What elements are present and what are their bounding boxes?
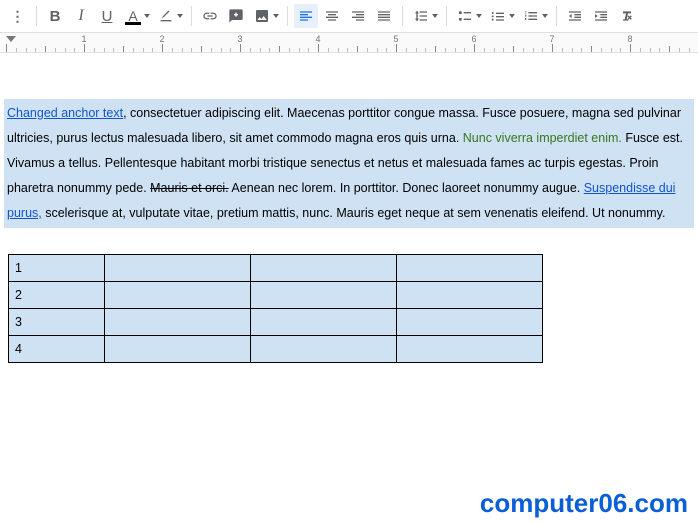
table-cell[interactable]: 4 [9,336,105,363]
separator [36,6,37,26]
separator [402,6,403,26]
table-cell[interactable] [397,309,543,336]
table-cell[interactable] [397,255,543,282]
table-cell[interactable]: 3 [9,309,105,336]
bulleted-list-button[interactable] [486,4,510,28]
horizontal-ruler[interactable]: 123456789 [0,33,698,53]
table-cell[interactable]: 1 [9,255,105,282]
increase-indent-button[interactable] [589,4,613,28]
separator [287,6,288,26]
align-left-button[interactable] [294,4,318,28]
strikethrough-text[interactable]: Mauris et orci. [150,181,229,195]
bulleted-list-caret[interactable] [509,14,515,18]
table-row[interactable]: 4 [9,336,543,363]
separator [191,6,192,26]
clear-formatting-button[interactable] [615,4,639,28]
table-cell[interactable] [251,309,397,336]
numbered-list-button[interactable] [519,4,543,28]
table-cell[interactable] [105,336,251,363]
italic-button[interactable]: I [69,4,93,28]
paragraph-text[interactable]: Aenean nec lorem. In porttitor. Donec la… [229,181,584,195]
align-right-button[interactable] [346,4,370,28]
underline-button[interactable]: U [95,4,119,28]
document-body[interactable]: Changed anchor text, consectetuer adipis… [0,53,698,363]
green-text-span[interactable]: Nunc viverra imperdiet enim. [463,131,622,145]
line-spacing-button[interactable] [409,4,433,28]
decrease-indent-button[interactable] [563,4,587,28]
table-cell[interactable] [105,309,251,336]
numbered-list-caret[interactable] [542,14,548,18]
highlight-caret[interactable] [177,14,183,18]
highlight-color-button[interactable] [154,4,178,28]
watermark-text: computer06.com [480,488,688,519]
insert-link-button[interactable] [198,4,222,28]
separator [446,6,447,26]
line-spacing-caret[interactable] [432,14,438,18]
first-line-indent-marker[interactable] [6,36,16,42]
text-color-button[interactable]: A [121,4,145,28]
table-cell[interactable] [397,282,543,309]
table-cell[interactable] [105,255,251,282]
table-cell[interactable] [105,282,251,309]
document-table[interactable]: 1234 [8,254,543,363]
table-row[interactable]: 2 [9,282,543,309]
table-cell[interactable] [251,282,397,309]
checklist-caret[interactable] [476,14,482,18]
hyperlink-changed-anchor[interactable]: Changed anchor text [7,106,123,120]
formatting-toolbar: ⋮ B I U A [0,0,698,33]
more-options-button[interactable]: ⋮ [6,4,30,28]
paragraph-text[interactable]: scelerisque at, vulputate vitae, pretium… [42,206,666,220]
paragraph-selected[interactable]: Changed anchor text, consectetuer adipis… [4,99,694,228]
table-cell[interactable] [251,255,397,282]
table-row[interactable]: 1 [9,255,543,282]
table-cell[interactable]: 2 [9,282,105,309]
table-cell[interactable] [251,336,397,363]
align-justify-button[interactable] [372,4,396,28]
insert-image-button[interactable] [250,4,274,28]
align-center-button[interactable] [320,4,344,28]
checklist-button[interactable] [453,4,477,28]
table-row[interactable]: 3 [9,309,543,336]
separator [556,6,557,26]
bold-button[interactable]: B [43,4,67,28]
table-cell[interactable] [397,336,543,363]
insert-image-caret[interactable] [273,14,279,18]
add-comment-button[interactable] [224,4,248,28]
